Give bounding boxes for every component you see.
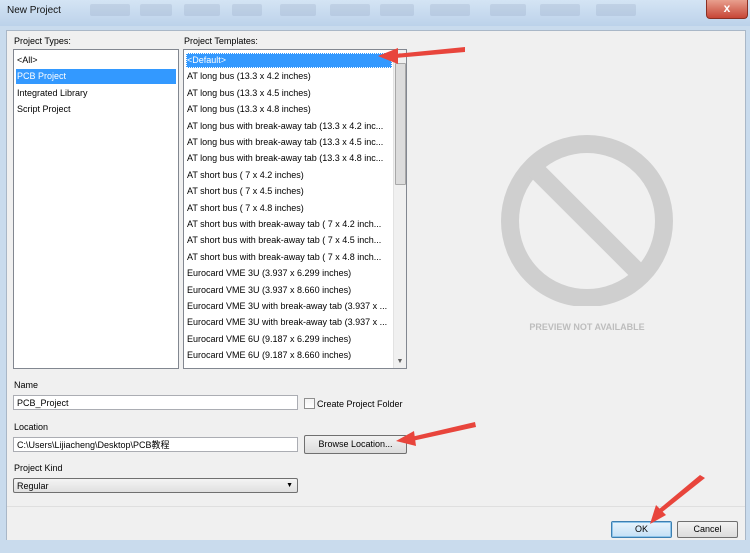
preview-area: PREVIEW NOT AVAILABLE	[497, 126, 677, 346]
scroll-up-icon[interactable]: ▲	[394, 50, 406, 62]
background-window-ghost	[540, 4, 580, 16]
background-window-ghost	[184, 4, 220, 16]
project-template-item[interactable]: <Default>	[186, 53, 392, 68]
project-template-item[interactable]: AT long bus (13.3 x 4.5 inches)	[186, 86, 392, 101]
project-template-item[interactable]: AT short bus ( 7 x 4.2 inches)	[186, 168, 392, 183]
project-template-item[interactable]: Eurocard VME 3U with break-away tab (3.9…	[186, 315, 392, 330]
background-window-ghost	[140, 4, 172, 16]
background-window-ghost	[490, 4, 526, 16]
project-templates-label: Project Templates:	[184, 36, 258, 46]
project-kind-value: Regular	[17, 481, 49, 491]
chevron-down-icon: ▼	[286, 482, 293, 489]
background-window-ghost	[280, 4, 316, 16]
background-window-ghost	[430, 4, 470, 16]
location-label: Location	[14, 422, 49, 432]
scrollbar-thumb[interactable]	[395, 63, 406, 185]
project-template-item[interactable]: AT short bus ( 7 x 4.8 inches)	[186, 201, 392, 216]
project-template-item[interactable]: AT long bus (13.3 x 4.8 inches)	[186, 102, 392, 117]
title-bar[interactable]: New Project x	[0, 0, 750, 26]
project-name-input[interactable]: PCB_Project	[13, 395, 298, 410]
window-title: New Project	[7, 5, 61, 16]
project-template-item[interactable]: AT short bus with break-away tab ( 7 x 4…	[186, 233, 392, 248]
project-type-item[interactable]: PCB Project	[16, 69, 176, 85]
background-window-ghost	[596, 4, 636, 16]
dialog-button-bar: OK Cancel	[7, 506, 745, 541]
new-project-dialog: New Project x Project Types: <All> PCB Pr…	[0, 0, 750, 553]
project-template-item[interactable]: Eurocard VME 3U (3.937 x 8.660 inches)	[186, 283, 392, 298]
project-template-item[interactable]: AT short bus with break-away tab ( 7 x 4…	[186, 250, 392, 265]
project-template-item[interactable]: Eurocard VME 6U (9.187 x 6.299 inches)	[186, 332, 392, 347]
cancel-button[interactable]: Cancel	[677, 521, 738, 538]
project-template-item[interactable]: AT short bus ( 7 x 4.5 inches)	[186, 184, 392, 199]
dialog-body: Project Types: <All> PCB Project Integrate…	[6, 30, 746, 541]
background-window-ghost	[380, 4, 414, 16]
background-window-ghost	[330, 4, 370, 16]
create-project-folder-label: Create Project Folder	[317, 399, 403, 409]
project-template-item[interactable]: AT short bus with break-away tab ( 7 x 4…	[186, 217, 392, 232]
project-type-item[interactable]: Script Project	[16, 102, 176, 117]
project-template-item[interactable]: Eurocard VME 6U with break-away tab (9.1…	[186, 365, 392, 368]
browse-location-button[interactable]: Browse Location...	[304, 435, 407, 454]
project-template-item[interactable]: AT long bus (13.3 x 4.2 inches)	[186, 69, 392, 84]
project-template-item[interactable]: Eurocard VME 3U with break-away tab (3.9…	[186, 299, 392, 314]
project-templates-list[interactable]: <Default> AT long bus (13.3 x 4.2 inches)…	[183, 49, 407, 369]
location-input[interactable]: C:\Users\Lijiacheng\Desktop\PCB教程	[13, 437, 298, 452]
taskbar-edge	[0, 540, 750, 553]
scroll-down-icon[interactable]: ▼	[394, 356, 406, 368]
create-project-folder-checkbox[interactable]	[304, 398, 315, 409]
project-types-label: Project Types:	[14, 36, 71, 46]
ok-button[interactable]: OK	[611, 521, 672, 538]
project-template-item[interactable]: Eurocard VME 6U (9.187 x 8.660 inches)	[186, 348, 392, 363]
project-template-item[interactable]: AT long bus with break-away tab (13.3 x …	[186, 119, 392, 134]
no-preview-icon	[501, 135, 673, 307]
project-type-item[interactable]: Integrated Library	[16, 86, 176, 101]
close-icon: x	[723, 1, 731, 15]
project-template-item[interactable]: AT long bus with break-away tab (13.3 x …	[186, 135, 392, 150]
project-template-item[interactable]: AT long bus with break-away tab (13.3 x …	[186, 151, 392, 166]
project-kind-select[interactable]: Regular ▼	[13, 478, 298, 493]
project-type-item[interactable]: <All>	[16, 53, 176, 68]
background-window-ghost	[232, 4, 262, 16]
project-template-item[interactable]: Eurocard VME 3U (3.937 x 6.299 inches)	[186, 266, 392, 281]
project-kind-label: Project Kind	[14, 463, 63, 473]
preview-not-available-text: PREVIEW NOT AVAILABLE	[529, 322, 645, 332]
project-types-list[interactable]: <All> PCB Project Integrated Library Script…	[13, 49, 179, 369]
close-button[interactable]: x	[706, 0, 748, 19]
name-label: Name	[14, 380, 39, 390]
background-window-ghost	[90, 4, 130, 16]
templates-scrollbar[interactable]: ▲ ▼	[393, 50, 406, 368]
